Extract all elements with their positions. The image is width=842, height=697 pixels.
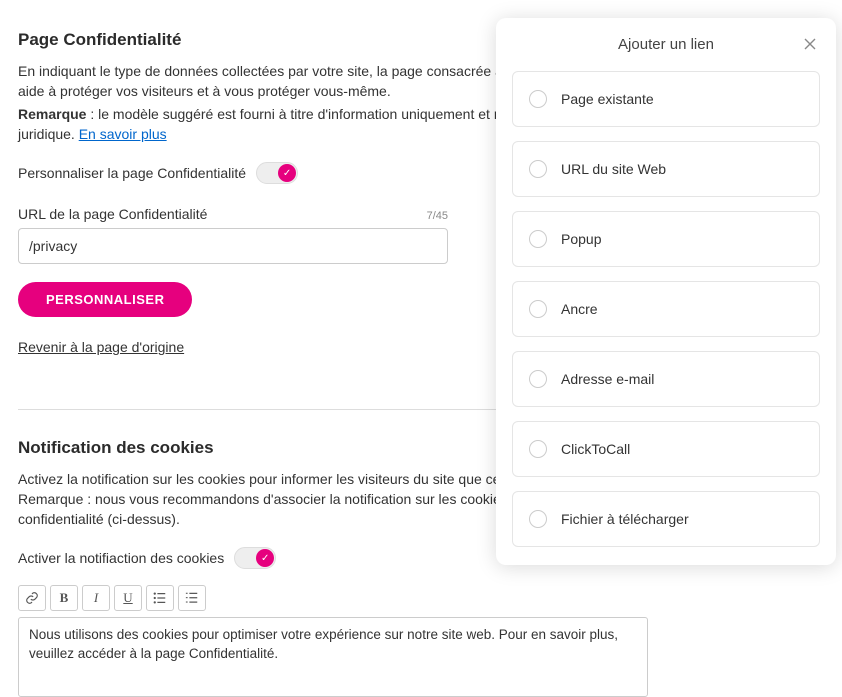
- link-option-email[interactable]: Adresse e-mail: [512, 351, 820, 407]
- reset-link[interactable]: Revenir à la page d'origine: [18, 339, 184, 355]
- option-label: Ancre: [561, 301, 598, 317]
- cookies-toggle[interactable]: ✓: [234, 547, 276, 569]
- option-label: Popup: [561, 231, 601, 247]
- toolbar-bold-button[interactable]: B: [50, 585, 78, 611]
- check-icon: ✓: [256, 549, 274, 567]
- toolbar-bullet-list-button[interactable]: [146, 585, 174, 611]
- option-label: URL du site Web: [561, 161, 666, 177]
- numbered-list-icon: [185, 591, 199, 605]
- panel-close-button[interactable]: [802, 36, 818, 52]
- link-option-anchor[interactable]: Ancre: [512, 281, 820, 337]
- toolbar-numbered-list-button[interactable]: [178, 585, 206, 611]
- add-link-panel: Ajouter un lien Page existante URL du si…: [496, 18, 836, 565]
- cookies-toggle-label: Activer la notifiaction des cookies: [18, 550, 224, 566]
- privacy-url-counter: 7/45: [427, 210, 448, 222]
- privacy-url-input[interactable]: [18, 228, 448, 264]
- option-label: Adresse e-mail: [561, 371, 654, 387]
- toolbar-italic-button[interactable]: I: [82, 585, 110, 611]
- link-option-url[interactable]: URL du site Web: [512, 141, 820, 197]
- radio-icon: [529, 510, 547, 528]
- close-icon: [804, 38, 816, 50]
- cookies-editor[interactable]: Nous utilisons des cookies pour optimise…: [18, 617, 648, 697]
- option-label: Fichier à télécharger: [561, 511, 689, 527]
- link-option-file[interactable]: Fichier à télécharger: [512, 491, 820, 547]
- radio-icon: [529, 440, 547, 458]
- check-icon: ✓: [278, 164, 296, 182]
- radio-icon: [529, 300, 547, 318]
- customize-privacy-toggle-label: Personnaliser la page Confidentialité: [18, 165, 246, 181]
- option-label: Page existante: [561, 91, 654, 107]
- toolbar-link-button[interactable]: [18, 585, 46, 611]
- privacy-url-label: URL de la page Confidentialité: [18, 206, 207, 222]
- radio-icon: [529, 90, 547, 108]
- learn-more-link[interactable]: En savoir plus: [79, 126, 167, 142]
- customize-button[interactable]: PERSONNALISER: [18, 282, 192, 317]
- panel-title: Ajouter un lien: [618, 36, 714, 53]
- link-option-popup[interactable]: Popup: [512, 211, 820, 267]
- radio-icon: [529, 370, 547, 388]
- option-label: ClickToCall: [561, 441, 630, 457]
- link-option-existing-page[interactable]: Page existante: [512, 71, 820, 127]
- customize-privacy-toggle[interactable]: ✓: [256, 162, 298, 184]
- link-option-clicktocall[interactable]: ClickToCall: [512, 421, 820, 477]
- radio-icon: [529, 230, 547, 248]
- editor-toolbar: B I U: [18, 585, 642, 611]
- toolbar-underline-button[interactable]: U: [114, 585, 142, 611]
- link-icon: [25, 591, 39, 605]
- radio-icon: [529, 160, 547, 178]
- note-label: Remarque: [18, 106, 86, 122]
- bullet-list-icon: [153, 591, 167, 605]
